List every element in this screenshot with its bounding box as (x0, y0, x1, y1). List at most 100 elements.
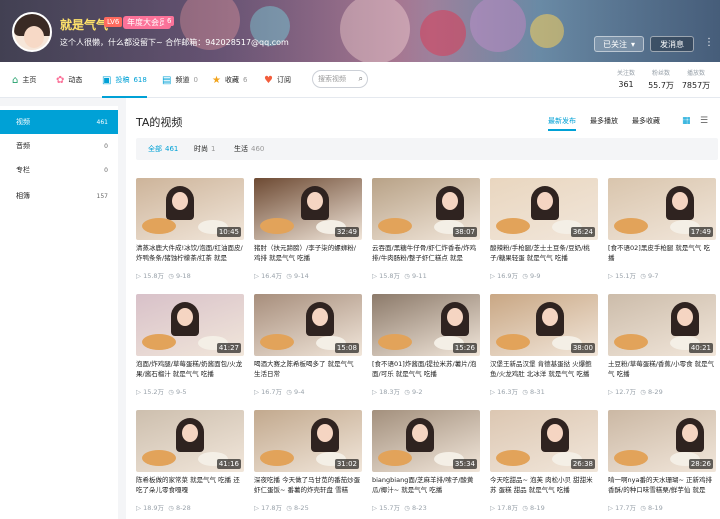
sort-most-favorited[interactable]: 最多收藏 (632, 116, 660, 126)
play-count: 16.7万 (261, 388, 283, 396)
search-icon[interactable]: ⌕ (359, 74, 363, 84)
video-card[interactable]: 15:08 喝酒大赛之陈希板喝多了 就是气气 生活日常 ▷ 16.7万 ◷ 9-4 (254, 294, 362, 400)
video-title[interactable]: 猪肘（扶元蹄膀）/李子柒的螺蛳粉/鸡排 就是气气 吃播 (254, 244, 362, 266)
thumbnail-face (537, 192, 553, 210)
video-card[interactable]: 41:27 泡面/炸鸡腿/草莓蛋糕/奶酱面包/火龙果/酱石榴汁 就是气气 吃播 ▷ … (136, 294, 244, 400)
video-card[interactable]: 38:07 云吞面/黑糖牛仔骨/虾仁炸香卷/炸鸡排/牛肉肠粉/整子虾仁糕点 就是 ▷… (372, 178, 480, 284)
video-card[interactable]: 32:49 猪肘（扶元蹄膀）/李子柒的螺蛳粉/鸡排 就是气气 吃播 ▷ 16.4万 … (254, 178, 362, 284)
nav-upload[interactable]: ▣ 投稿 618 (102, 62, 147, 98)
video-thumbnail[interactable]: 38:00 (490, 294, 598, 356)
clock-icon: ◷ (522, 272, 528, 280)
video-thumbnail[interactable]: 26:38 (490, 410, 598, 472)
avatar[interactable] (12, 12, 52, 52)
video-title[interactable]: 陈希板做的家常菜 就是气气 吃播 还吃了朵儿零食嘎嘎 (136, 476, 244, 498)
sidebar: 视频 461 音频 0 专栏 0 相簿 157 (0, 106, 118, 519)
nav-label: 订阅 (276, 76, 291, 84)
video-thumbnail[interactable]: 35:34 (372, 410, 480, 472)
list-view-icon[interactable]: ☰ (700, 116, 708, 126)
thumbnail-dish (260, 218, 294, 234)
clock-icon: ◷ (168, 504, 174, 512)
video-thumbnail[interactable]: 36:24 (490, 178, 598, 240)
play-icon: ▷ (490, 388, 495, 396)
play-count: 17.8万 (497, 504, 519, 512)
video-card[interactable]: 15:26 [食不语01]炸酱面/提拉米苏/薯片/泡面/可乐 就是气气 吃播 ▷ 1… (372, 294, 480, 400)
sidebar-item-album[interactable]: 相簿 157 (0, 184, 118, 208)
video-card[interactable]: 28:26 啃一啊nya番的天水珊瑚~ 正新鸡排 香酥/的种口味雪糕栗/鲜芋仙 就… (608, 410, 716, 516)
video-title[interactable]: 泡面/炸鸡腿/草莓蛋糕/奶酱面包/火龙果/酱石榴汁 就是气气 吃播 (136, 360, 244, 382)
video-title[interactable]: 土豆粉/草莓蛋糕/香蕉/小零食 就是气气 吃播 (608, 360, 716, 382)
home-icon: ⌂ (12, 74, 19, 86)
video-card[interactable]: 31:02 深夜吃播 今天做了马甘苋的番茄炒蛋虾仁蛋饭~ 番薯的炸壳轩盘 雪糕 ▷ … (254, 410, 362, 516)
nav-count: 618 (133, 76, 147, 84)
video-thumbnail[interactable]: 15:26 (372, 294, 480, 356)
nav-home[interactable]: ⌂ 主页 (12, 62, 36, 98)
sidebar-item-audio[interactable]: 音频 0 (0, 134, 118, 158)
play-icon: ▷ (372, 504, 377, 512)
video-card[interactable]: 17:49 [食不语02]黑皮手枪腿 就是气气 吃播 ▷ 15.1万 ◷ 9-7 (608, 178, 716, 284)
video-duration: 35:34 (452, 459, 477, 469)
thumbnail-face (172, 192, 188, 210)
stat-following[interactable]: 关注数 361 (608, 68, 644, 89)
video-meta: ▷ 18.9万 ◷ 8-28 (136, 502, 191, 512)
video-card[interactable]: 26:38 今天吃甜品~ 泡芙 肉松小贝 甜甜米苏 蛋糕 甜品 就是气气 吃播 ▷ … (490, 410, 598, 516)
nav-channel[interactable]: ▤ 频道 0 (162, 62, 198, 98)
video-meta: ▷ 16.4万 ◷ 9-14 (254, 270, 309, 280)
filter-fashion[interactable]: 时尚 1 (194, 144, 215, 154)
video-title[interactable]: 喝酒大赛之陈希板喝多了 就是气气 生活日常 (254, 360, 362, 382)
video-card[interactable]: 38:00 汉堡王新品汉堡 肯德基蛋挞 火爆鲍鱼/火龙鸡肚 北冰洋 就是气气 吃播… (490, 294, 598, 400)
video-thumbnail[interactable]: 10:45 (136, 178, 244, 240)
sidebar-item-label: 视频 (16, 118, 30, 126)
video-thumbnail[interactable]: 31:02 (254, 410, 362, 472)
search-input[interactable]: 搜索视频 ⌕ (312, 70, 368, 88)
subscribe-icon: ♥ (264, 74, 273, 86)
thumbnail-dish (496, 218, 530, 234)
video-thumbnail[interactable]: 41:27 (136, 294, 244, 356)
play-icon: ▷ (372, 272, 377, 280)
video-card[interactable]: 41:16 陈希板做的家常菜 就是气气 吃播 还吃了朵儿零食嘎嘎 ▷ 18.9万 ◷… (136, 410, 244, 516)
video-card[interactable]: 40:21 土豆粉/草莓蛋糕/香蕉/小零食 就是气气 吃播 ▷ 12.7万 ◷ 8-… (608, 294, 716, 400)
follow-button[interactable]: 已关注 ▾ (594, 36, 644, 52)
video-title[interactable]: 啃一啊nya番的天水珊瑚~ 正新鸡排 香酥/的种口味雪糕栗/鲜芋仙 就是 (608, 476, 716, 498)
sidebar-item-video[interactable]: 视频 461 (0, 110, 118, 134)
video-thumbnail[interactable]: 41:16 (136, 410, 244, 472)
video-title[interactable]: 汉堡王新品汉堡 肯德基蛋挞 火爆鲍鱼/火龙鸡肚 北冰洋 就是气气 吃播 (490, 360, 598, 382)
video-meta: ▷ 16.9万 ◷ 9-9 (490, 270, 541, 280)
video-thumbnail[interactable]: 28:26 (608, 410, 716, 472)
clock-icon: ◷ (286, 388, 292, 396)
video-title[interactable]: 云吞面/黑糖牛仔骨/虾仁炸香卷/炸鸡排/牛肉肠粉/整子虾仁糕点 就是 (372, 244, 480, 266)
filter-life[interactable]: 生活 460 (234, 144, 264, 154)
video-title[interactable]: 清蒸冰鹿大件成!冰饮/泡面/红油面皮/炸鸭条条/猪蚀柠檬茶/红茶 就是 (136, 244, 244, 266)
play-count: 15.2万 (143, 388, 165, 396)
grid-view-icon[interactable]: ▦ (682, 116, 691, 126)
sidebar-item-column[interactable]: 专栏 0 (0, 158, 118, 182)
sort-most-played[interactable]: 最多播放 (590, 116, 618, 126)
thumbnail-dish (378, 450, 412, 466)
video-title[interactable]: biangbiang面/芝麻羊排/嗦子/酸黄瓜/椰汁~ 就是气气 吃播 (372, 476, 480, 498)
nav-favorite[interactable]: ★ 收藏 6 (212, 62, 247, 98)
video-card[interactable]: 10:45 清蒸冰鹿大件成!冰饮/泡面/红油面皮/炸鸭条条/猪蚀柠檬茶/红茶 就是… (136, 178, 244, 284)
video-title[interactable]: [食不语02]黑皮手枪腿 就是气气 吃播 (608, 244, 716, 266)
sort-latest[interactable]: 最新发布 (548, 116, 576, 131)
video-thumbnail[interactable]: 17:49 (608, 178, 716, 240)
video-card[interactable]: 35:34 biangbiang面/芝麻羊排/嗦子/酸黄瓜/椰汁~ 就是气气 吃播… (372, 410, 480, 516)
video-title[interactable]: [食不语01]炸酱面/提拉米苏/薯片/泡面/可乐 就是气气 吃播 (372, 360, 480, 382)
nav-activity[interactable]: ✿ 动态 (56, 62, 82, 98)
thumbnail-dish (614, 450, 648, 466)
video-duration: 17:49 (688, 227, 713, 237)
video-title[interactable]: 今天吃甜品~ 泡芙 肉松小贝 甜甜米苏 蛋糕 甜品 就是气气 吃播 (490, 476, 598, 498)
video-title[interactable]: 深夜吃播 今天做了马甘苋的番茄炒蛋虾仁蛋饭~ 番薯的炸壳轩盘 雪糕 (254, 476, 362, 498)
video-thumbnail[interactable]: 15:08 (254, 294, 362, 356)
video-card[interactable]: 36:24 酸辣粉/手枪腿/芝士土豆条/豆奶/桃子/糖果轻蛋 就是气气 吃播 ▷ 1… (490, 178, 598, 284)
video-panel: TA的视频 最新发布 最多播放 最多收藏 ▦ ☰ 全部 461 时尚 1 生活 460… (118, 98, 720, 519)
filter-all[interactable]: 全部 461 (148, 144, 178, 154)
video-thumbnail[interactable]: 32:49 (254, 178, 362, 240)
more-icon[interactable]: ⋮ (703, 36, 715, 52)
video-thumbnail[interactable]: 40:21 (608, 294, 716, 356)
video-title[interactable]: 酸辣粉/手枪腿/芝士土豆条/豆奶/桃子/糖果轻蛋 就是气气 吃播 (490, 244, 598, 266)
nav-label: 动态 (68, 76, 83, 84)
stat-fans[interactable]: 粉丝数 55.7万 (643, 68, 679, 91)
video-duration: 15:26 (452, 343, 477, 353)
nav-subscribe[interactable]: ♥ 订阅 (264, 62, 291, 98)
message-button[interactable]: 发消息 (650, 36, 694, 52)
video-thumbnail[interactable]: 38:07 (372, 178, 480, 240)
